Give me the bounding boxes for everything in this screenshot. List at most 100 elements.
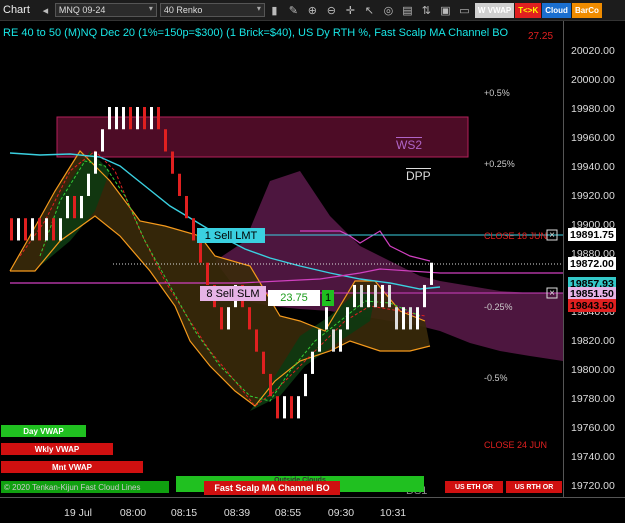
properties-icon[interactable]: ▤ xyxy=(399,2,416,19)
fast-scalp-button[interactable]: Fast Scalp MA Channel BO xyxy=(204,481,340,495)
tk-toggle[interactable]: T<>K xyxy=(515,2,542,18)
renko-brick xyxy=(339,329,342,352)
renko-brick xyxy=(206,262,209,285)
renko-brick xyxy=(150,107,153,130)
position-qty[interactable]: 1 xyxy=(322,290,334,306)
renko-brick xyxy=(430,262,433,285)
window-icon[interactable]: ▭ xyxy=(456,2,473,19)
zoom-out-icon[interactable]: ⊖ xyxy=(323,2,340,19)
price-marker: 19872.00 xyxy=(568,257,616,270)
tk-cloud-lines-label[interactable]: © 2020 Tenkan-Kijun Fast Cloud Lines xyxy=(1,481,169,493)
alert-icon[interactable]: ▣ xyxy=(437,2,454,19)
renko-brick xyxy=(24,218,27,241)
renko-brick xyxy=(381,284,384,308)
renko-brick xyxy=(276,396,279,419)
renko-brick xyxy=(10,218,13,241)
sell-lmt-order[interactable]: 1 Sell LMT xyxy=(197,228,265,243)
renko-brick xyxy=(164,129,167,152)
renko-brick xyxy=(115,107,118,130)
x-tick-label: 08:00 xyxy=(119,507,147,519)
renko-brick xyxy=(283,396,286,419)
close-icon: × xyxy=(549,288,555,299)
renko-brick xyxy=(346,307,349,330)
renko-brick xyxy=(87,173,90,196)
x-tick-label: 08:55 xyxy=(274,507,302,519)
header-overlay-value: 27.25 xyxy=(528,31,554,42)
trade-icon[interactable]: ⇅ xyxy=(418,2,435,19)
y-tick-label: 20000.00 xyxy=(571,74,615,86)
renko-brick xyxy=(192,218,195,241)
zoom-in-icon[interactable]: ⊕ xyxy=(304,2,321,19)
x-tick-label: 08:15 xyxy=(170,507,198,519)
renko-brick xyxy=(304,373,307,397)
renko-brick xyxy=(31,218,34,241)
w-vwap-toggle[interactable]: W VWAP xyxy=(474,2,515,18)
renko-brick xyxy=(178,173,181,196)
chevron-left-icon[interactable]: ◂ xyxy=(37,2,54,19)
bar-type-value: 40 Renko xyxy=(163,5,203,15)
renko-brick xyxy=(129,107,132,130)
renko-brick xyxy=(423,284,426,308)
renko-brick xyxy=(66,195,69,219)
renko-brick xyxy=(227,307,230,330)
y-tick-label: 19940.00 xyxy=(571,161,615,173)
renko-brick xyxy=(311,351,314,374)
pencil-icon[interactable]: ✎ xyxy=(285,2,302,19)
time-axis[interactable] xyxy=(0,497,625,523)
instrument-selector[interactable]: MNQ 09-24 ▾ xyxy=(54,3,157,17)
y-tick-label: 19740.00 xyxy=(571,451,615,463)
bar-type-selector[interactable]: 40 Renko ▾ xyxy=(159,3,265,17)
renko-brick xyxy=(101,129,104,152)
renko-brick xyxy=(45,218,48,241)
renko-brick xyxy=(297,396,300,419)
x-tick-label: 09:30 xyxy=(327,507,355,519)
us-eth-or-button[interactable]: US ETH OR xyxy=(445,481,503,493)
crosshair-icon[interactable]: ✛ xyxy=(342,2,359,19)
target-icon[interactable]: ◎ xyxy=(380,2,397,19)
mnt-vwap-button[interactable]: Mnt VWAP xyxy=(1,461,143,473)
position-pnl[interactable]: 23.75 xyxy=(268,290,320,306)
x-tick-label: 10:31 xyxy=(379,507,407,519)
pct-label: +0.5% xyxy=(484,88,510,98)
price-marker: 19843.50 xyxy=(568,299,616,312)
pointer-icon[interactable]: ↖ xyxy=(361,2,378,19)
renko-brick xyxy=(73,195,76,219)
day-vwap-button[interactable]: Day VWAP xyxy=(1,425,86,437)
chevron-down-icon: ▾ xyxy=(148,4,153,13)
us-rth-or-button[interactable]: US RTH OR xyxy=(506,481,562,493)
ws2-label: WS2 xyxy=(396,137,423,152)
renko-brick xyxy=(143,107,146,130)
sell-slm-order[interactable]: 8 Sell SLM xyxy=(200,286,266,301)
instrument-value: MNQ 09-24 xyxy=(58,5,106,15)
y-tick-label: 19800.00 xyxy=(571,364,615,376)
cloud-toggle[interactable]: Cloud xyxy=(542,2,571,18)
renko-brick xyxy=(59,218,62,241)
close-24-label: CLOSE 24 JUN xyxy=(484,440,548,450)
close-18-label: CLOSE 18 JUN xyxy=(484,231,548,241)
renko-brick xyxy=(395,307,398,330)
chart-toolbar: Chart ◂ MNQ 09-24 ▾ 40 Renko ▾ ▮ ✎ ⊕ ⊖ ✛… xyxy=(0,0,625,21)
renko-brick xyxy=(157,107,160,130)
renko-brick xyxy=(409,307,412,330)
y-tick-label: 19780.00 xyxy=(571,393,615,405)
renko-brick xyxy=(353,284,356,308)
renko-brick xyxy=(220,307,223,330)
window-title: Chart xyxy=(3,4,30,16)
y-tick-label: 19820.00 xyxy=(571,335,615,347)
y-tick-label: 19720.00 xyxy=(571,480,615,492)
price-marker: 19891.75 xyxy=(568,228,616,241)
candles-icon[interactable]: ▮ xyxy=(266,2,283,19)
dpp-label: DPP xyxy=(406,168,431,183)
pct-label: -0.5% xyxy=(484,373,508,383)
chart-header: RE 40 to 50 (M)NQ Dec 20 (1%=150p=$300) … xyxy=(3,27,509,39)
renko-brick xyxy=(38,218,41,241)
x-tick-label: 19 Jul xyxy=(63,507,93,519)
renko-brick xyxy=(94,151,97,174)
wkly-vwap-button[interactable]: Wkly VWAP xyxy=(1,443,113,455)
renko-brick xyxy=(388,284,391,308)
renko-brick xyxy=(108,107,111,130)
chevron-down-icon: ▾ xyxy=(256,4,261,13)
y-tick-label: 19920.00 xyxy=(571,190,615,202)
renko-brick xyxy=(269,373,272,397)
barcolor-toggle[interactable]: BarCo xyxy=(571,2,602,18)
